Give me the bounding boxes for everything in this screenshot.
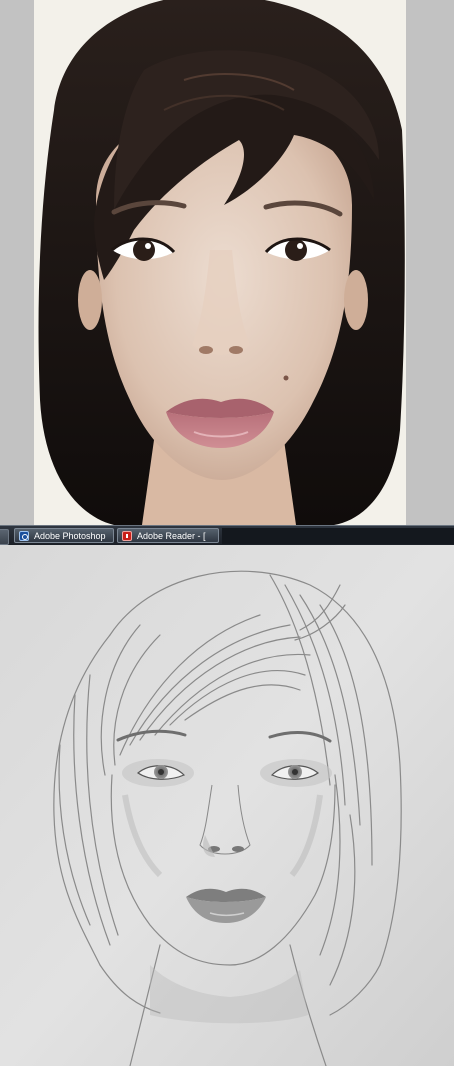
taskbar-empty-area [222, 528, 454, 544]
windows-taskbar: Adobe Photoshop Adobe Reader - [ [0, 525, 454, 546]
taskbar-item-photoshop[interactable]: Adobe Photoshop [14, 528, 114, 543]
photo-viewer-area [0, 0, 454, 525]
adobe-reader-icon [122, 531, 132, 541]
reference-photo [34, 0, 406, 525]
taskbar-item-label: Adobe Photoshop [34, 531, 106, 541]
pencil-sketch [0, 545, 454, 1066]
taskbar-button-partial[interactable] [0, 529, 9, 545]
reference-portrait [34, 0, 406, 525]
taskbar-item-adobe-reader[interactable]: Adobe Reader - [ [117, 528, 219, 543]
photoshop-icon [19, 531, 29, 541]
taskbar-item-label: Adobe Reader - [ [137, 531, 206, 541]
sketch-drawing [0, 545, 454, 1066]
